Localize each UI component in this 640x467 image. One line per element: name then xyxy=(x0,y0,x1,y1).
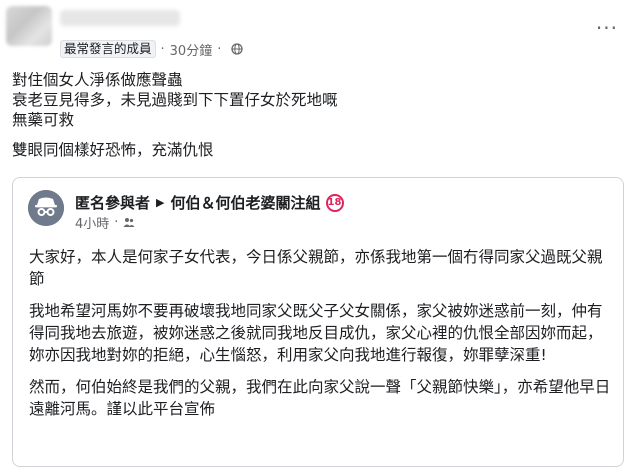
shared-author[interactable]: 匿名參與者 xyxy=(75,192,150,213)
shared-group[interactable]: 何伯＆何伯老婆關注組 xyxy=(170,192,320,213)
role-badge: 最常發言的成員 xyxy=(60,40,156,58)
shared-paragraph: 然而，何伯始終是我們的父親，我們在此向家父說一聲「父親節快樂」，亦希望他早日遠離… xyxy=(29,378,611,418)
meta-separator: · xyxy=(217,41,222,57)
post-line: 無藥可救 xyxy=(12,111,75,129)
arrow-right-icon: ▶ xyxy=(156,196,165,209)
more-options-icon[interactable]: ··· xyxy=(596,18,618,38)
post-body: 對住個女人淨係做應聲蟲 衰老豆見得多，未見過賤到下下置仔女於死地嘅 無藥可救 雙… xyxy=(12,70,612,160)
age-rating-badge: 18 xyxy=(325,193,344,212)
post-time[interactable]: 30分鐘 xyxy=(170,40,213,59)
author-name-blurred[interactable] xyxy=(60,10,180,26)
shared-post-header: 匿名參與者 ▶ 何伯＆何伯老婆關注組 18 xyxy=(75,192,344,213)
author-avatar-blurred[interactable] xyxy=(6,6,52,46)
group-privacy-icon[interactable] xyxy=(123,216,135,228)
meta-separator: · xyxy=(114,214,119,230)
shared-paragraph: 我地希望河馬妳不要再破壞我地同家父既父子父女關係，家父被妳迷惑前一刻，仲有得同我… xyxy=(29,302,603,364)
shared-post-card[interactable]: 匿名參與者 ▶ 何伯＆何伯老婆關注組 18 4小時 · 大家好，本人是何家子女代… xyxy=(12,177,624,467)
shared-time[interactable]: 4小時 xyxy=(75,213,109,232)
meta-separator: · xyxy=(160,41,165,57)
shared-post-body: 大家好，本人是何家子女代表，今日係父親節，亦係我地第一個冇得同家父過既父親節 我… xyxy=(29,246,613,430)
globe-icon[interactable] xyxy=(231,43,243,55)
post-line: 對住個女人淨係做應聲蟲 xyxy=(12,71,183,89)
shared-post-meta: 4小時 · xyxy=(75,213,135,232)
post-line: 衰老豆見得多，未見過賤到下下置仔女於死地嘅 xyxy=(12,91,338,109)
anonymous-icon[interactable] xyxy=(28,190,64,226)
shared-paragraph: 大家好，本人是何家子女代表，今日係父親節，亦係我地第一個冇得同家父過既父親節 xyxy=(29,248,603,288)
post-meta: 最常發言的成員 · 30分鐘 · xyxy=(60,40,243,59)
post-line: 雙眼同個樣好恐怖，充滿仇恨 xyxy=(12,141,214,159)
